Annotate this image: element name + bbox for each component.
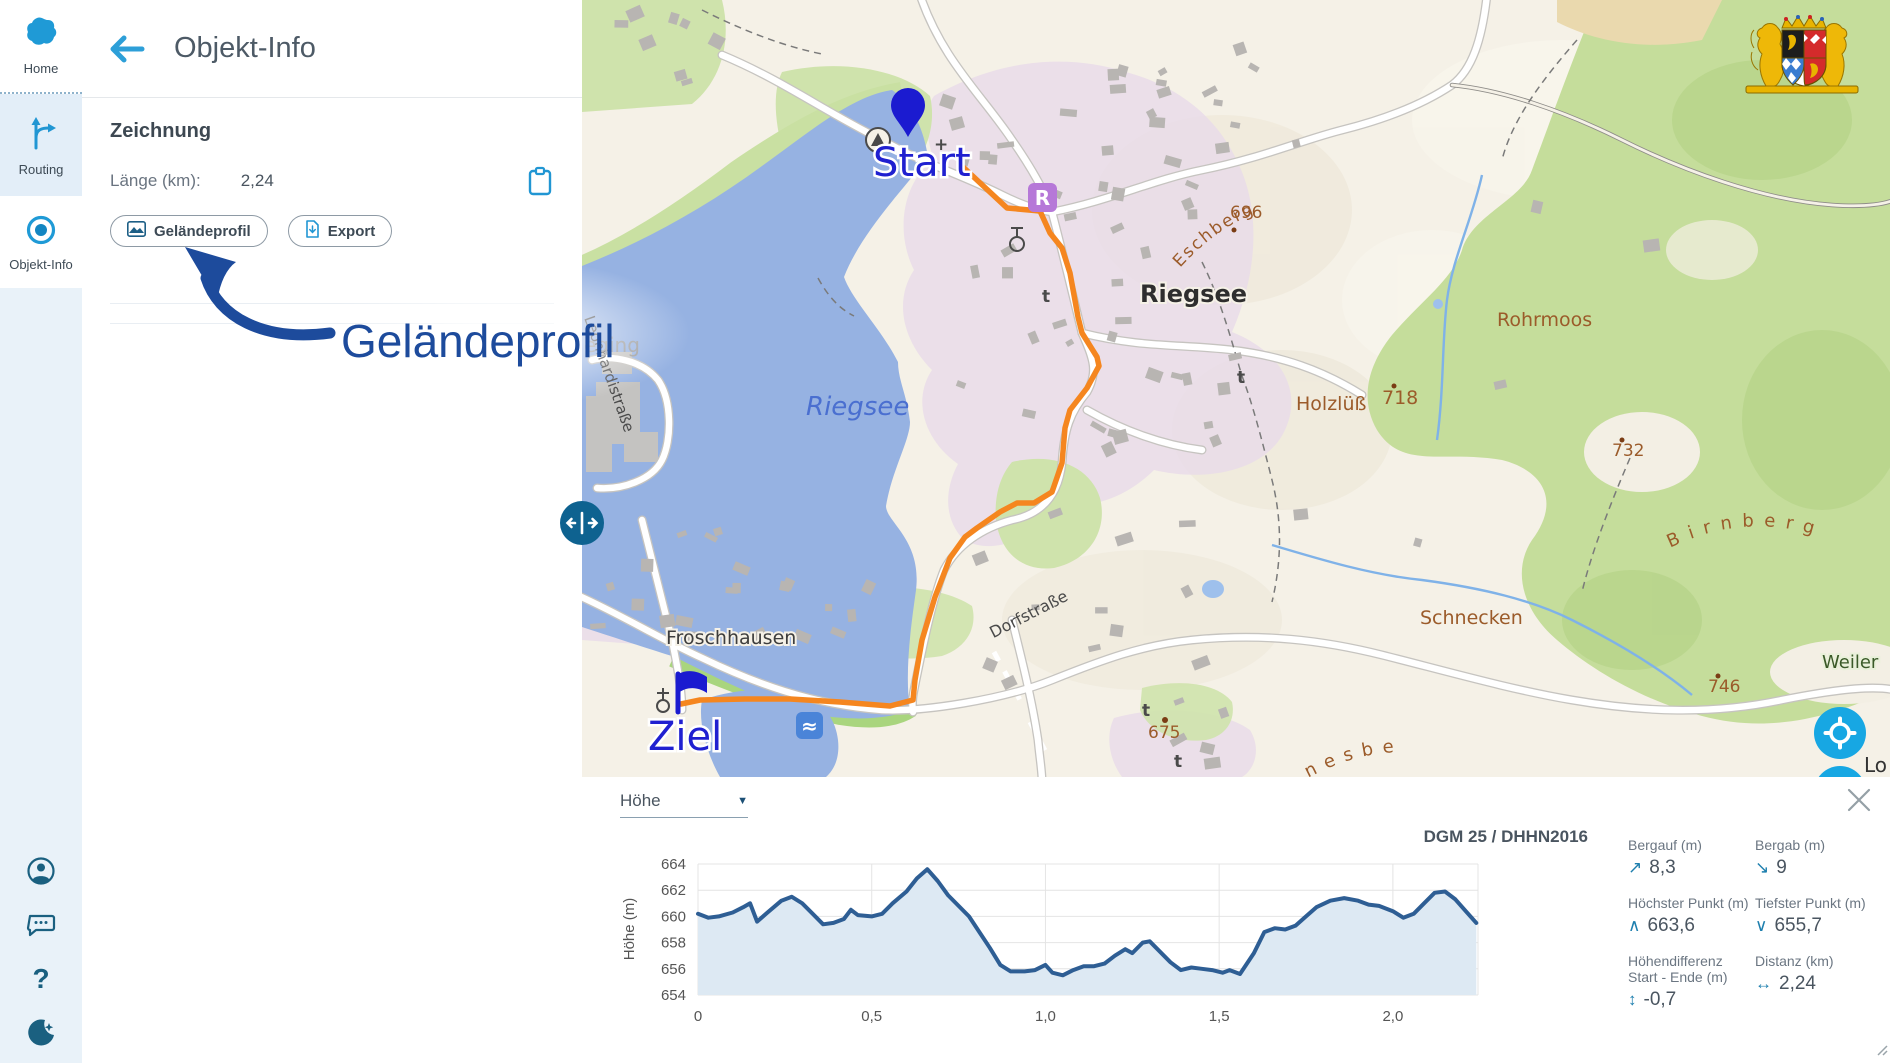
sidebar-item-label: Objekt-Info — [9, 257, 73, 272]
night-mode-icon[interactable] — [25, 1017, 57, 1049]
bavaria-coat-of-arms — [1736, 10, 1868, 98]
terrain-profile-button-label: Geländeprofil — [154, 223, 251, 240]
sidebar-item-label: Home — [24, 61, 59, 76]
user-account-icon[interactable] — [25, 855, 57, 887]
svg-text:656: 656 — [661, 961, 686, 978]
divider-line — [110, 323, 554, 324]
map-art: +tttt R ≈ 696 Eschberg Rohrmoos Holzlüß … — [582, 0, 1890, 777]
sidebar-item-label: Routing — [19, 162, 64, 177]
panel-resize-corner[interactable] — [1874, 1042, 1888, 1061]
panel-header: Objekt-Info — [82, 0, 582, 98]
vertical-arrows-icon: ↕ — [1628, 990, 1637, 1010]
map-canvas[interactable]: +tttt R ≈ 696 Eschberg Rohrmoos Holzlüß … — [582, 0, 1890, 777]
length-value: 2,24 — [241, 171, 274, 191]
bavaria-map-icon — [23, 17, 59, 56]
transit-stop-badge[interactable]: R — [1028, 183, 1057, 212]
back-arrow-button[interactable] — [108, 34, 146, 64]
stat-bergab: Bergab (m) ↘9 — [1755, 837, 1882, 879]
svg-text:658: 658 — [661, 935, 686, 952]
svg-text:1,5: 1,5 — [1209, 1008, 1230, 1025]
target-circle-icon — [24, 213, 58, 252]
svg-text:t: t — [1237, 368, 1245, 388]
svg-text:t: t — [1042, 287, 1050, 307]
svg-text:0: 0 — [694, 1008, 702, 1025]
stat-bergauf: Bergauf (m) ↗8,3 — [1628, 837, 1755, 879]
svg-text:660: 660 — [661, 908, 686, 925]
svg-text:eging: eging — [584, 333, 640, 357]
town-label: Riegsee — [1140, 280, 1247, 308]
svg-text:Lo: Lo — [1864, 753, 1887, 777]
elevation-chart[interactable]: 654 656 658 660 662 664 0 0,5 1,0 1,5 2,0 Höhe (m) — [582, 777, 1622, 1057]
lake-label: Riegsee — [806, 392, 909, 422]
svg-text:Holzlüß: Holzlüß — [1296, 393, 1366, 415]
routing-icon — [23, 114, 59, 157]
ziel-label: Ziel — [648, 714, 722, 760]
svg-text:675: 675 — [1148, 723, 1180, 743]
stat-hoehendifferenz: Höhendifferenz Start - Ende (m) ↕-0,7 — [1628, 953, 1755, 1011]
horizontal-arrows-icon: ↔ — [1755, 974, 1772, 994]
peak-chevron-icon: ∧ — [1628, 916, 1640, 936]
profile-stats: Bergauf (m) ↗8,3 Bergab (m) ↘9 Höchster … — [1628, 837, 1884, 1011]
page-title: Objekt-Info — [174, 32, 316, 65]
sidebar-item-routing[interactable]: Routing — [0, 94, 82, 196]
help-icon[interactable]: ? — [25, 963, 57, 995]
svg-text:662: 662 — [661, 882, 686, 899]
export-button-label: Export — [328, 223, 376, 240]
svg-text:1,0: 1,0 — [1035, 1008, 1056, 1025]
section-title: Zeichnung — [110, 120, 582, 143]
length-label: Länge (km): — [110, 171, 201, 191]
close-panel-button[interactable] — [1844, 785, 1874, 815]
objekt-info-panel: Objekt-Info Zeichnung Länge (km): 2,24 G… — [82, 0, 582, 1063]
svg-text:R: R — [1035, 186, 1050, 210]
elevation-profile-panel: Höhe ▼ DGM 25 / DHHN2016 654656658660662… — [582, 777, 1890, 1063]
stat-tiefster-punkt: Tiefster Punkt (m) ∨655,7 — [1755, 895, 1882, 937]
svg-text:Schnecken: Schnecken — [1420, 607, 1523, 629]
svg-text:Froschhausen: Froschhausen — [666, 627, 796, 649]
download-file-icon — [305, 220, 320, 242]
clipboard-copy-icon[interactable] — [526, 165, 554, 197]
uphill-arrow-icon: ↗ — [1628, 858, 1642, 878]
y-axis-title: Höhe (m) — [621, 898, 638, 961]
geolocate-button[interactable] — [1814, 707, 1866, 759]
sidebar-bottom-icons: ? — [0, 855, 82, 1049]
svg-text:654: 654 — [661, 987, 686, 1004]
feedback-chat-icon[interactable] — [25, 909, 57, 941]
svg-text:≈: ≈ — [801, 714, 818, 738]
start-label: Start — [873, 140, 971, 186]
svg-text:746: 746 — [1708, 677, 1740, 697]
terrain-image-icon — [127, 221, 146, 241]
svg-text:?: ? — [32, 963, 49, 994]
svg-text:t: t — [1174, 752, 1182, 772]
sidebar-item-objekt-info[interactable]: Objekt-Info — [0, 196, 82, 288]
terrain-profile-button[interactable]: Geländeprofil — [110, 215, 268, 247]
svg-text:718: 718 — [1382, 387, 1418, 409]
swimming-badge[interactable]: ≈ — [796, 712, 823, 739]
valley-chevron-icon: ∨ — [1755, 916, 1767, 936]
svg-text:732: 732 — [1612, 441, 1644, 461]
length-row: Länge (km): 2,24 — [110, 171, 554, 191]
sidebar: Home Routing Objekt-Info — [0, 0, 82, 1063]
stat-hoechster-punkt: Höchster Punkt (m) ∧663,6 — [1628, 895, 1755, 937]
stat-distanz: Distanz (km) ↔2,24 — [1755, 953, 1882, 1011]
svg-text:Rohrmoos: Rohrmoos — [1497, 309, 1592, 331]
export-button[interactable]: Export — [288, 215, 393, 247]
sidebar-item-home[interactable]: Home — [0, 0, 82, 94]
svg-text:Weiler: Weiler — [1822, 652, 1879, 673]
svg-text:664: 664 — [661, 856, 686, 873]
downhill-arrow-icon: ↘ — [1755, 858, 1769, 878]
panel-resize-handle[interactable] — [560, 501, 604, 545]
svg-text:t: t — [1142, 701, 1150, 721]
divider-line — [110, 303, 554, 304]
svg-text:2,0: 2,0 — [1382, 1008, 1403, 1025]
svg-text:0,5: 0,5 — [861, 1008, 882, 1025]
